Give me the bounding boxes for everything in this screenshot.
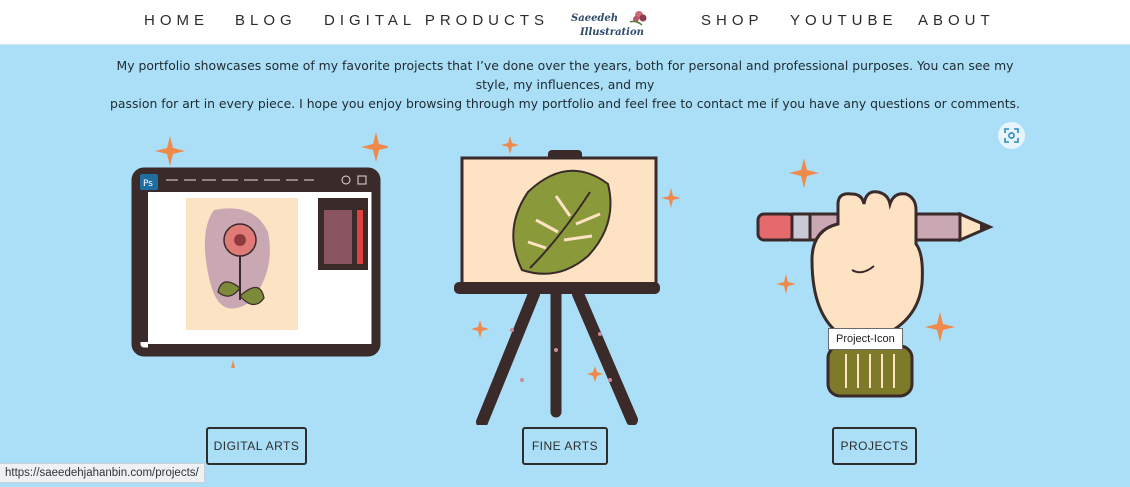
intro-line-2: passion for art in every piece. I hope y… xyxy=(110,96,1020,111)
visual-search-button[interactable] xyxy=(998,122,1025,149)
portfolio-intro: My portfolio showcases some of my favori… xyxy=(100,56,1030,113)
status-bar-url: https://saeedehjahanbin.com/projects/ xyxy=(0,463,205,483)
projects-button[interactable]: PROJECTS xyxy=(832,427,917,465)
lens-scan-icon xyxy=(1004,128,1019,143)
nav-youtube[interactable]: YOUTUBE xyxy=(790,12,898,29)
digital-arts-illustration[interactable]: Ps xyxy=(128,128,388,368)
logo-flower-icon xyxy=(629,11,647,26)
sleeve-icon xyxy=(826,344,914,398)
top-navigation: HOME BLOG DIGITAL PRODUCTS Saeedeh Illus… xyxy=(0,0,1130,45)
projects-illustration[interactable] xyxy=(752,150,1002,405)
site-logo[interactable]: Saeedeh Illustration xyxy=(568,6,660,40)
logo-text-line1: Saeedeh xyxy=(571,13,618,24)
nav-about[interactable]: ABOUT xyxy=(918,12,995,29)
nav-home[interactable]: HOME xyxy=(144,12,209,29)
digital-arts-button[interactable]: DIGITAL ARTS xyxy=(206,427,307,465)
fine-arts-illustration[interactable] xyxy=(450,130,680,425)
nav-shop[interactable]: SHOP xyxy=(701,12,764,29)
intro-line-1: My portfolio showcases some of my favori… xyxy=(116,58,1014,92)
image-tooltip: Project-Icon xyxy=(828,328,903,350)
svg-text:Ps: Ps xyxy=(143,179,153,189)
nav-blog[interactable]: BLOG xyxy=(235,12,297,29)
fine-arts-button[interactable]: FINE ARTS xyxy=(522,427,608,465)
nav-digital-products[interactable]: DIGITAL PRODUCTS xyxy=(324,12,549,29)
logo-text-line2: Illustration xyxy=(579,27,644,38)
